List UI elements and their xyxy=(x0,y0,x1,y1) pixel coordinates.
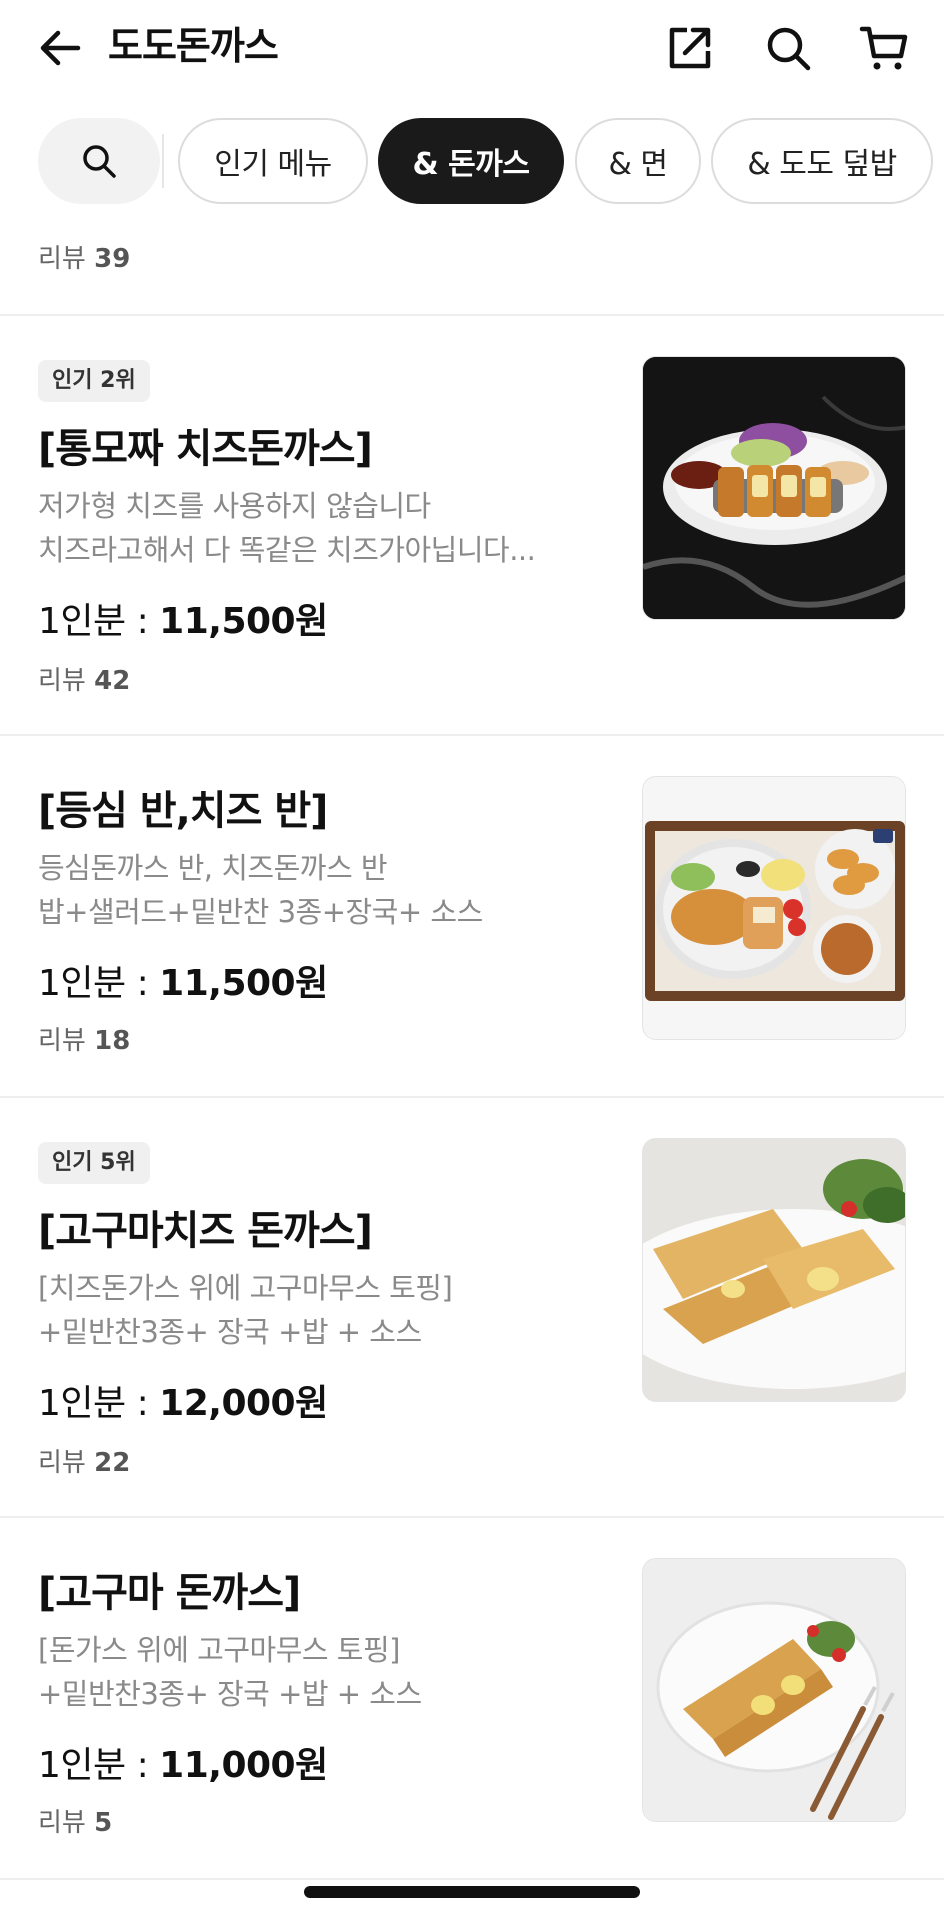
review-label: 리뷰 xyxy=(38,666,86,696)
popularity-badge: 인기 2위 xyxy=(38,360,150,402)
menu-item-description: 등심돈까스 반, 치즈돈까스 반 밥+샐러드+밑반찬 3종+장국+ 소스 xyxy=(38,846,578,934)
description-line: [치즈돈가스 위에 고구마무스 토핑] xyxy=(38,1271,453,1305)
review-count: 리뷰 42 xyxy=(38,660,130,697)
description-line: +밑반찬3종+ 장국 +밥 + 소스 xyxy=(38,1315,422,1349)
menu-search-button[interactable] xyxy=(38,118,160,204)
menu-item-price: 1인분 : 12,000원 xyxy=(38,1374,328,1426)
food-photo xyxy=(643,357,905,619)
description-line: 등심돈까스 반, 치즈돈까스 반 xyxy=(38,851,388,885)
review-label: 리뷰 xyxy=(38,1026,86,1056)
price-label: 1인분 : xyxy=(38,1745,160,1786)
arrow-left-icon xyxy=(40,30,81,66)
menu-item-name: [등심 반,치즈 반] xyxy=(38,788,328,834)
share-button[interactable] xyxy=(660,18,720,78)
cart-button[interactable] xyxy=(854,18,914,78)
menu-item-name: [통모짜 치즈돈까스] xyxy=(38,426,373,472)
menu-item-description: [치즈돈가스 위에 고구마무스 토핑] +밑반찬3종+ 장국 +밥 + 소스 xyxy=(38,1266,578,1354)
tab-donkatsu[interactable]: & 돈까스 xyxy=(378,118,564,204)
review-number: 5 xyxy=(94,1808,113,1838)
menu-item[interactable]: [등심 반,치즈 반] 등심돈까스 반, 치즈돈까스 반 밥+샐러드+밑반찬 3… xyxy=(0,736,944,1096)
menu-item[interactable]: [고구마 돈까스] [돈가스 위에 고구마무스 토핑] +밑반찬3종+ 장국 +… xyxy=(0,1518,944,1878)
tab-noodles[interactable]: & 면 xyxy=(575,118,701,204)
menu-item-name: [고구마치즈 돈까스] xyxy=(38,1208,373,1254)
divider xyxy=(0,1878,944,1880)
description-line: 저가형 치즈를 사용하지 않습니다 xyxy=(38,489,431,523)
price-label: 1인분 : xyxy=(38,601,160,642)
menu-item[interactable]: 인기 5위 [고구마치즈 돈까스] [치즈돈가스 위에 고구마무스 토핑] +밑… xyxy=(0,1098,944,1516)
popularity-badge: 인기 5위 xyxy=(38,1142,150,1184)
share-icon xyxy=(669,27,711,69)
menu-item[interactable]: 인기 2위 [통모짜 치즈돈까스] 저가형 치즈를 사용하지 않습니다 치즈라고… xyxy=(0,316,944,734)
menu-item-image[interactable] xyxy=(642,1558,906,1822)
review-number: 42 xyxy=(94,666,131,696)
menu-item-name: [고구마 돈까스] xyxy=(38,1570,301,1616)
tab-dodo-rice-bowl[interactable]: & 도도 덮밥 xyxy=(711,118,933,204)
search-button[interactable] xyxy=(758,18,818,78)
category-tabs: 인기 메뉴 & 돈까스 & 면 & 도도 덮밥 xyxy=(0,116,944,206)
review-number: 39 xyxy=(94,244,131,274)
menu-item-image[interactable] xyxy=(642,356,906,620)
search-icon xyxy=(83,145,116,178)
search-icon xyxy=(767,27,811,71)
price-value: 11,500원 xyxy=(159,963,328,1004)
food-photo xyxy=(643,777,905,1039)
back-button[interactable] xyxy=(32,20,88,76)
review-label: 리뷰 xyxy=(38,1448,86,1478)
price-value: 11,500원 xyxy=(159,601,328,642)
review-count: 리뷰 18 xyxy=(38,1020,130,1057)
description-line: [돈가스 위에 고구마무스 토핑] xyxy=(38,1633,400,1667)
review-label: 리뷰 xyxy=(38,1808,86,1838)
menu-item-description: 저가형 치즈를 사용하지 않습니다 치즈라고해서 다 똑같은 치즈가아닙니다..… xyxy=(38,484,578,572)
top-app-bar: 도도돈까스 xyxy=(0,0,944,100)
description-line: 밥+샐러드+밑반찬 3종+장국+ 소스 xyxy=(38,895,483,929)
page-title: 도도돈까스 xyxy=(108,24,279,68)
price-value: 12,000원 xyxy=(159,1383,328,1424)
review-count: 리뷰 39 xyxy=(38,238,130,275)
price-value: 11,000원 xyxy=(159,1745,328,1786)
review-count: 리뷰 5 xyxy=(38,1802,112,1839)
menu-item-description: [돈가스 위에 고구마무스 토핑] +밑반찬3종+ 장국 +밥 + 소스 xyxy=(38,1628,578,1716)
description-line: +밑반찬3종+ 장국 +밥 + 소스 xyxy=(38,1677,422,1711)
menu-item-image[interactable] xyxy=(642,776,906,1040)
chip-divider xyxy=(162,134,164,188)
home-indicator xyxy=(304,1886,640,1898)
food-photo xyxy=(643,1139,905,1401)
tab-popular-menu[interactable]: 인기 메뉴 xyxy=(178,118,368,204)
review-number: 18 xyxy=(94,1026,131,1056)
menu-item-price: 1인분 : 11,500원 xyxy=(38,592,328,644)
review-number: 22 xyxy=(94,1448,131,1478)
food-photo xyxy=(643,1559,905,1821)
review-count: 리뷰 22 xyxy=(38,1442,130,1479)
cart-icon xyxy=(859,26,908,70)
menu-item-price: 1인분 : 11,000원 xyxy=(38,1736,328,1788)
description-line: 치즈라고해서 다 똑같은 치즈가아닙니다... xyxy=(38,533,536,567)
menu-item-image[interactable] xyxy=(642,1138,906,1402)
review-label: 리뷰 xyxy=(38,244,86,274)
price-label: 1인분 : xyxy=(38,1383,160,1424)
menu-item-price: 1인분 : 11,500원 xyxy=(38,954,328,1006)
price-label: 1인분 : xyxy=(38,963,160,1004)
